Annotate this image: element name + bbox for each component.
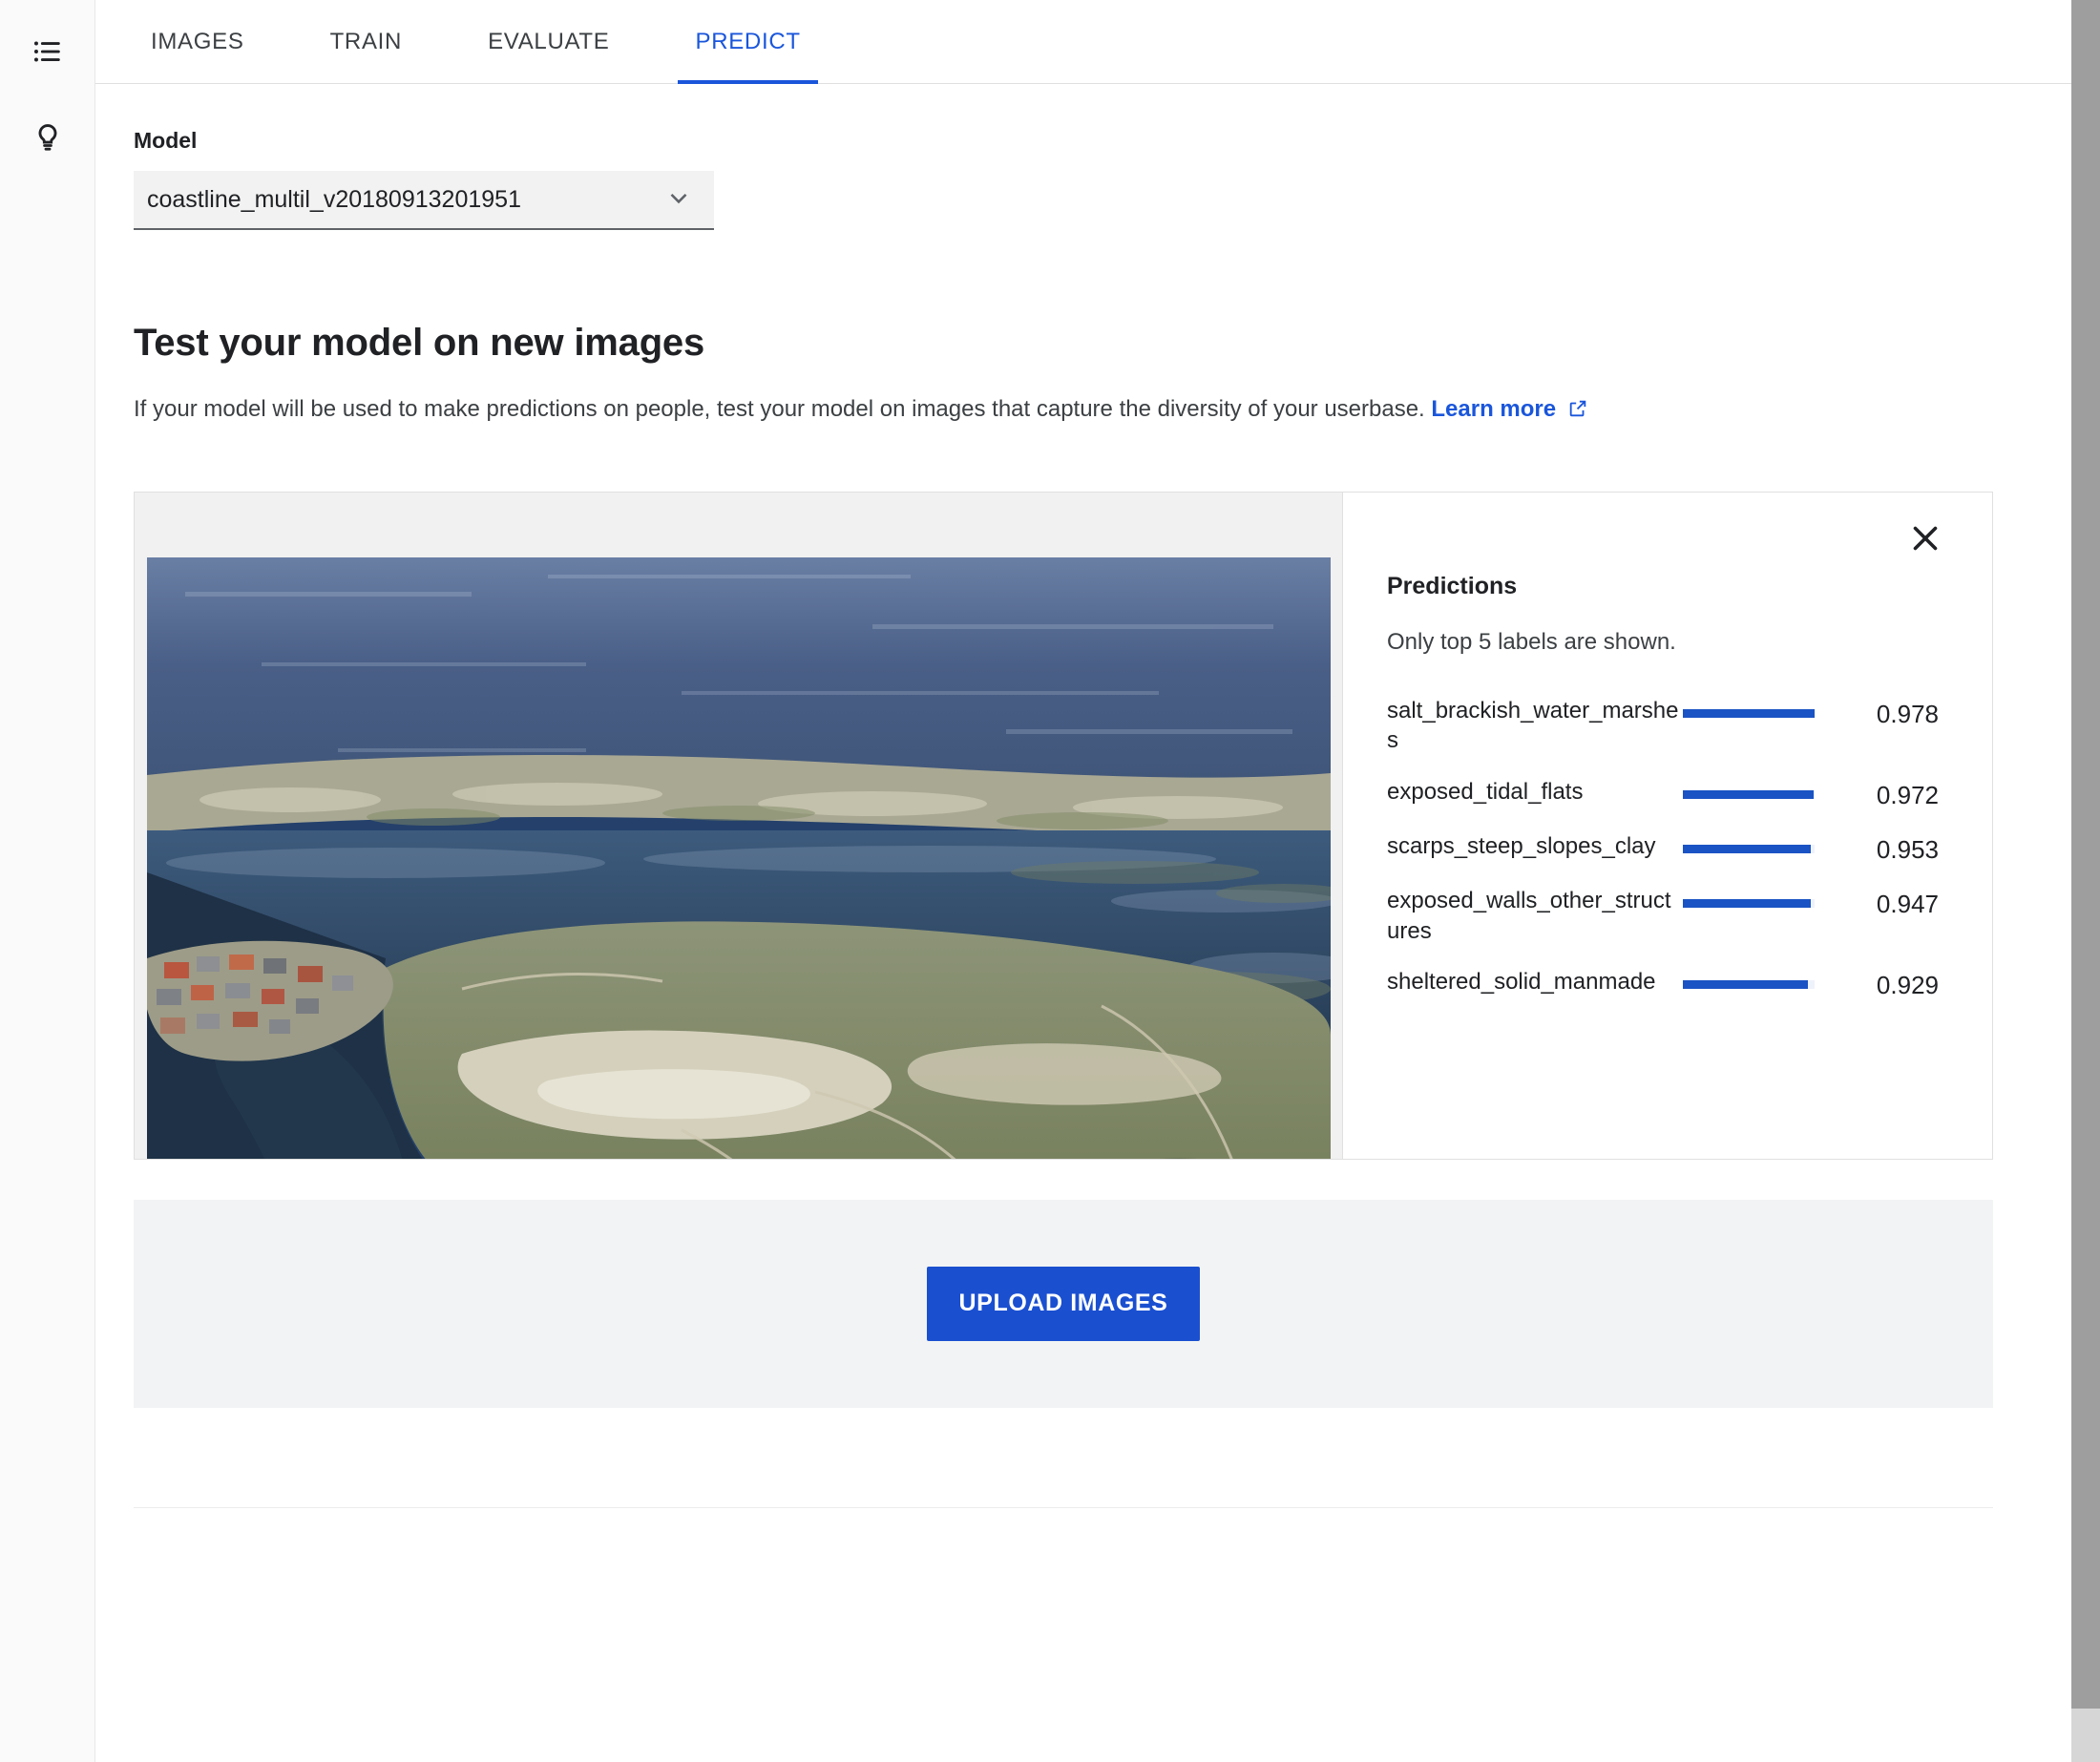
close-icon[interactable] <box>1908 521 1942 560</box>
image-preview-area: 7/29/2012 1:01:53 PM (-5.0 hrs) Dir=WNW … <box>135 492 1342 1159</box>
predict-panel: Model coastline_multil_v20180913201951 T… <box>95 128 2100 1508</box>
prediction-label: exposed_tidal_flats <box>1387 778 1584 805</box>
lightbulb-icon <box>32 121 64 158</box>
model-select[interactable]: coastline_multil_v20180913201951 <box>134 171 714 230</box>
chevron-down-icon <box>664 183 693 217</box>
prediction-bar-track <box>1683 789 1815 799</box>
prediction-bar-fill <box>1683 980 1809 990</box>
sidebar-item-tips[interactable] <box>21 113 74 166</box>
prediction-bar-track <box>1683 898 1815 908</box>
left-nav-rail <box>0 0 95 1762</box>
tab-train[interactable]: TRAIN <box>313 29 420 84</box>
predictions-title: Predictions <box>1387 572 1518 599</box>
prediction-bar-fill <box>1683 708 1815 718</box>
tab-evaluate[interactable]: EVALUATE <box>471 29 626 84</box>
prediction-row: scarps_steep_slopes_clay 0.953 <box>1387 831 1939 865</box>
description-text: If your model will be used to make predi… <box>134 396 1425 422</box>
prediction-score: 0.972 <box>1876 780 1939 809</box>
aerial-photo-graphic <box>146 556 1331 1159</box>
prediction-bar <box>1683 967 1815 990</box>
prediction-score: 0.953 <box>1876 834 1939 864</box>
prediction-list: salt_brackish_water_marshes 0.978 exposed_… <box>1387 696 1939 1001</box>
uploaded-image[interactable]: 7/29/2012 1:01:53 PM (-5.0 hrs) Dir=WNW … <box>146 556 1331 1159</box>
vertical-scrollbar[interactable] <box>2071 0 2100 1762</box>
prediction-row: salt_brackish_water_marshes 0.978 <box>1387 696 1939 756</box>
prediction-score: 0.929 <box>1876 971 1939 1000</box>
prediction-score: 0.978 <box>1876 699 1939 728</box>
section-divider <box>134 1506 1993 1508</box>
learn-more-link[interactable]: Learn more <box>1431 396 1556 422</box>
prediction-bar-track <box>1683 844 1815 853</box>
prediction-row: exposed_walls_other_structures 0.947 <box>1387 886 1939 946</box>
scrollbar-track-end <box>2071 1709 2100 1762</box>
prediction-result-card: 7/29/2012 1:01:53 PM (-5.0 hrs) Dir=WNW … <box>134 491 1993 1160</box>
upload-images-button[interactable]: UPLOAD IMAGES <box>926 1266 1201 1341</box>
prediction-label: exposed_walls_other_structures <box>1387 887 1671 944</box>
prediction-label: scarps_steep_slopes_clay <box>1387 832 1656 859</box>
page-title: Test your model on new images <box>134 322 705 364</box>
model-field-label: Model <box>134 128 198 153</box>
predictions-note: Only top 5 labels are shown. <box>1387 628 1676 655</box>
app-window: IMAGES TRAIN EVALUATE PREDICT Model coas… <box>0 0 2100 1762</box>
prediction-label: salt_brackish_water_marshes <box>1387 697 1679 754</box>
external-link-icon[interactable] <box>1567 396 1588 429</box>
sidebar-item-datasets[interactable] <box>21 27 74 80</box>
prediction-bar-fill <box>1683 844 1812 853</box>
prediction-bar <box>1683 886 1815 908</box>
prediction-bar <box>1683 831 1815 853</box>
page-description: If your model will be used to make predi… <box>134 393 2100 429</box>
prediction-bar-track <box>1683 980 1815 990</box>
prediction-bar-fill <box>1683 789 1815 799</box>
list-icon <box>32 35 64 73</box>
main-content: IMAGES TRAIN EVALUATE PREDICT Model coas… <box>95 0 2100 1762</box>
prediction-label: sheltered_solid_manmade <box>1387 969 1656 996</box>
upload-area: UPLOAD IMAGES <box>134 1199 1993 1408</box>
scrollbar-thumb[interactable] <box>2071 0 2100 1709</box>
tab-bar: IMAGES TRAIN EVALUATE PREDICT <box>95 0 2100 84</box>
model-select-value: coastline_multil_v20180913201951 <box>147 185 521 213</box>
prediction-row: sheltered_solid_manmade 0.929 <box>1387 967 1939 1000</box>
prediction-bar <box>1683 696 1815 718</box>
tab-predict[interactable]: PREDICT <box>678 29 818 84</box>
prediction-row: exposed_tidal_flats 0.972 <box>1387 777 1939 810</box>
prediction-bar-track <box>1683 708 1815 718</box>
prediction-bar <box>1683 777 1815 799</box>
predictions-panel: Predictions Only top 5 labels are shown.… <box>1342 492 1992 1159</box>
tab-images[interactable]: IMAGES <box>134 29 262 84</box>
prediction-score: 0.947 <box>1876 889 1939 918</box>
prediction-bar-fill <box>1683 898 1811 908</box>
